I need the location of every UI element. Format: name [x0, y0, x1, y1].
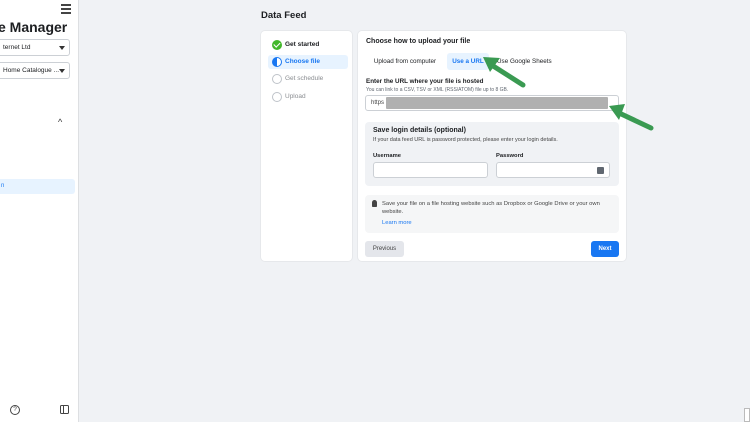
lightbulb-icon	[372, 200, 377, 207]
panel-toggle-icon[interactable]	[60, 405, 69, 414]
next-button[interactable]: Next	[591, 241, 619, 257]
account-select[interactable]: ternet Ltd	[0, 39, 70, 56]
catalogue-select-value: Home Catalogue ...	[3, 67, 60, 74]
previous-button[interactable]: Previous	[365, 241, 404, 257]
step-label: Get schedule	[285, 75, 324, 82]
password-label: Password	[496, 153, 524, 159]
chevron-down-icon	[59, 69, 65, 73]
half-circle-icon	[272, 57, 282, 67]
username-label: Username	[373, 153, 402, 159]
url-label: Enter the URL where your file is hosted	[366, 78, 484, 85]
step-label: Upload	[285, 93, 306, 100]
card-heading: Choose how to upload your file	[366, 38, 471, 45]
help-icon[interactable]: ?	[10, 405, 20, 415]
redacted-url-overlay	[386, 97, 608, 109]
tip-text: Save your file on a file hosting website…	[382, 201, 600, 215]
sidebar: e Manager ternet Ltd Home Catalogue ... …	[0, 0, 79, 422]
password-manager-icon[interactable]	[597, 167, 604, 174]
step-upload: Upload	[268, 90, 348, 104]
chevron-up-icon[interactable]: ^	[58, 117, 62, 127]
catalogue-select[interactable]: Home Catalogue ...	[0, 62, 70, 79]
login-description: If your data feed URL is password protec…	[373, 137, 558, 143]
learn-more-link[interactable]: Learn more	[382, 220, 412, 226]
url-input-value: https	[371, 100, 385, 106]
scroll-corner	[744, 408, 750, 422]
check-circle-icon	[272, 40, 282, 50]
sidebar-item-active[interactable]: n	[0, 179, 75, 194]
menu-icon[interactable]	[61, 4, 71, 14]
chevron-down-icon	[59, 46, 65, 50]
step-get-started[interactable]: Get started	[268, 38, 348, 52]
tip-box: Save your file on a file hosting website…	[365, 195, 619, 233]
app-title: e Manager	[0, 19, 68, 35]
annotation-arrow-icon	[483, 57, 526, 88]
step-get-schedule: Get schedule	[268, 72, 348, 86]
empty-circle-icon	[272, 92, 282, 102]
step-label: Get started	[285, 41, 320, 48]
password-field[interactable]	[496, 162, 610, 178]
tab-upload-from-computer[interactable]: Upload from computer	[366, 53, 444, 70]
empty-circle-icon	[272, 74, 282, 84]
page-title: Data Feed	[261, 10, 307, 21]
sidebar-item-label: n	[1, 183, 5, 189]
step-label: Choose file	[285, 58, 321, 65]
annotation-arrow-icon	[609, 104, 654, 131]
login-details-section: Save login details (optional) If your da…	[365, 122, 619, 186]
steps-panel: Get started Choose file Get schedule Upl…	[261, 31, 352, 261]
username-field[interactable]	[373, 162, 488, 178]
step-choose-file[interactable]: Choose file	[268, 55, 348, 69]
account-select-value: ternet Ltd	[3, 44, 31, 51]
login-title: Save login details (optional)	[373, 127, 466, 134]
